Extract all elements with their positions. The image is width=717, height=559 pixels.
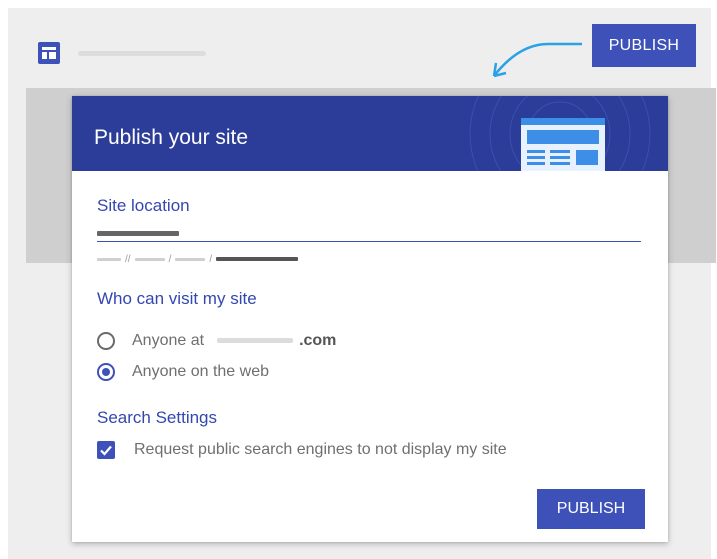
domain-suffix: .com: [299, 332, 337, 349]
site-title-placeholder: [78, 51, 206, 56]
publish-button[interactable]: PUBLISH: [592, 24, 696, 67]
site-location-underline: [97, 241, 641, 242]
search-engines-checkbox-row[interactable]: Request public search engines to not dis…: [97, 441, 507, 459]
radio-anyone-at-domain[interactable]: Anyone at .com: [97, 332, 336, 350]
dialog-publish-button[interactable]: PUBLISH: [537, 489, 645, 529]
domain-placeholder: [217, 338, 294, 344]
radio-button-checked[interactable]: [97, 363, 115, 381]
visibility-label: Who can visit my site: [97, 289, 257, 308]
checkbox-label: Request public search engines to not dis…: [134, 441, 507, 458]
radio-anyone-on-web[interactable]: Anyone on the web: [97, 363, 269, 381]
publish-dialog: Publish your site Site location // / / W…: [72, 96, 668, 542]
radio-label-domain: Anyone at .com: [132, 332, 337, 349]
site-location-label: Site location: [97, 196, 190, 215]
dialog-header: Publish your site: [72, 96, 668, 171]
site-url-preview: // / /: [97, 253, 299, 265]
checkmark-icon: [100, 445, 112, 456]
website-illustration-icon: [469, 96, 651, 171]
dialog-title: Publish your site: [94, 126, 249, 149]
checkbox-checked[interactable]: [97, 441, 115, 459]
pointer-arrow-icon: [492, 42, 582, 78]
page-layout-icon[interactable]: [38, 42, 60, 64]
site-location-input[interactable]: [97, 231, 179, 236]
radio-button-unchecked[interactable]: [97, 332, 115, 350]
search-settings-label: Search Settings: [97, 408, 218, 427]
radio-label-web: Anyone on the web: [132, 363, 269, 380]
